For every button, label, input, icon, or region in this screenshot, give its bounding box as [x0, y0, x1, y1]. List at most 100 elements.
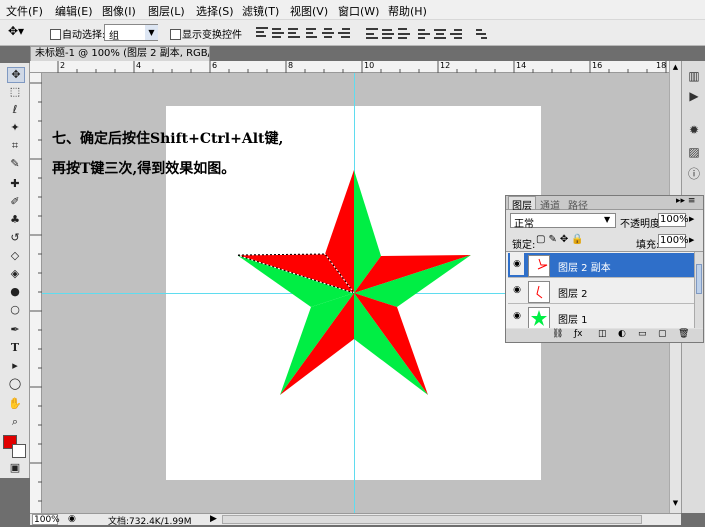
align-left-icon[interactable]: [306, 27, 318, 38]
align-hcenter-icon[interactable]: [322, 27, 334, 38]
horizontal-ruler: 2 4 6 8 10 12 14 16 18: [30, 61, 669, 73]
crop-tool-icon[interactable]: ⌗: [7, 139, 23, 153]
layer-row[interactable]: ◉ 图层 2: [508, 279, 694, 304]
menu-view[interactable]: 视图(V): [290, 3, 328, 19]
panel-menu-icon[interactable]: ▸▸ ≡: [676, 196, 695, 206]
menu-file[interactable]: 文件(F): [6, 3, 43, 19]
opacity-arrow-icon[interactable]: ▶: [689, 215, 694, 223]
layer-row[interactable]: ◉ 图层 1: [508, 305, 694, 328]
auto-align-icon[interactable]: [476, 27, 488, 39]
layer-list: ◉ 图层 2 副本 ◉ 图层 2 ◉ 图层 1: [506, 251, 703, 328]
scroll-up-icon[interactable]: ▲: [671, 63, 680, 73]
pen-tool-icon[interactable]: ✒: [7, 323, 23, 337]
distribute-right-icon[interactable]: [450, 27, 462, 39]
eyedropper-icon[interactable]: ✎: [7, 157, 23, 171]
blend-mode-dropdown[interactable]: 正常 ▼: [510, 213, 616, 230]
opacity-field[interactable]: 100%: [658, 213, 689, 227]
move-tool-icon[interactable]: ✥▾: [8, 24, 24, 38]
visibility-eye-icon[interactable]: ◉: [510, 253, 524, 275]
link-layers-icon[interactable]: ⛓: [552, 329, 563, 339]
menu-filter[interactable]: 滤镜(T): [242, 3, 279, 19]
info-icon[interactable]: ⓘ: [686, 167, 702, 181]
align-right-icon[interactable]: [338, 27, 350, 38]
status-menu-arrow-icon[interactable]: ▶: [210, 514, 217, 524]
visibility-eye-icon[interactable]: ◉: [511, 285, 523, 295]
tab-channels[interactable]: 通道: [540, 197, 560, 212]
menu-select[interactable]: 选择(S): [196, 3, 234, 19]
layers-scrollbar[interactable]: [694, 252, 703, 328]
eraser-tool-icon[interactable]: ◇: [7, 249, 23, 263]
ruler-label: 16: [592, 61, 603, 70]
scroll-down-icon[interactable]: ▼: [671, 499, 680, 509]
lock-icons[interactable]: ▢✎✥🔒: [536, 234, 587, 245]
distribute-left-icon[interactable]: [418, 27, 430, 39]
document-tab[interactable]: 未标题-1 @ 100% (图层 2 副本, RGB/8) *: [30, 46, 210, 61]
align-bottom-icon[interactable]: [288, 27, 300, 38]
dodge-tool-icon[interactable]: ○: [7, 303, 23, 317]
marquee-tool-icon[interactable]: ⬚: [7, 85, 23, 99]
adjustment-layer-icon[interactable]: ◐: [618, 329, 626, 339]
image-icon[interactable]: ▨: [686, 145, 702, 159]
ruler-label: 8: [288, 61, 294, 70]
magic-wand-icon[interactable]: ✦: [7, 121, 23, 135]
history-brush-icon[interactable]: ↺: [7, 231, 23, 245]
new-layer-icon[interactable]: ▢: [658, 329, 667, 339]
ruler-label: 4: [136, 61, 142, 70]
fill-field[interactable]: 100%: [658, 234, 689, 248]
visibility-eye-icon[interactable]: ◉: [511, 311, 523, 321]
ruler-ticks: [57, 61, 667, 73]
distribute-vcenter-icon[interactable]: [382, 27, 394, 39]
clone-stamp-icon[interactable]: ♣: [7, 213, 23, 227]
background-color-swatch[interactable]: [12, 444, 26, 458]
auto-select-dropdown[interactable]: 组 ▼: [104, 24, 158, 42]
paint-bucket-icon[interactable]: ◈: [7, 267, 23, 281]
align-vcenter-icon[interactable]: [272, 27, 284, 38]
tab-layers[interactable]: 图层: [508, 196, 536, 212]
lock-label: 锁定:: [512, 240, 536, 251]
layer-mask-icon[interactable]: ◫: [598, 329, 607, 339]
layer-row[interactable]: ◉ 图层 2 副本: [508, 253, 694, 278]
blur-tool-icon[interactable]: ●: [7, 285, 23, 299]
menu-edit[interactable]: 编辑(E): [55, 3, 93, 19]
distribute-top-icon[interactable]: [366, 27, 378, 39]
layers-panel: 图层 通道 路径 ▸▸ ≡ 正常 ▼ 不透明度: 100% ▶ 锁定: ▢✎✥🔒…: [505, 195, 704, 343]
layer-thumbnail: [528, 281, 550, 303]
scroll-thumb[interactable]: [696, 264, 702, 294]
status-icon[interactable]: ◉: [68, 514, 76, 524]
align-top-icon[interactable]: [256, 27, 268, 38]
move-tool-icon[interactable]: ✥: [7, 67, 25, 83]
fill-arrow-icon[interactable]: ▶: [689, 236, 694, 244]
layer-name: 图层 2 副本: [558, 263, 611, 274]
show-transform-checkbox[interactable]: [170, 27, 181, 40]
shape-tool-icon[interactable]: ◯: [7, 377, 23, 391]
type-tool-icon[interactable]: T: [7, 341, 23, 355]
menu-image[interactable]: 图像(I): [102, 3, 136, 19]
horizontal-scrollbar[interactable]: [222, 515, 642, 524]
menu-help[interactable]: 帮助(H): [388, 3, 427, 19]
brush-tool-icon[interactable]: ✐: [7, 195, 23, 209]
menu-window[interactable]: 窗口(W): [338, 3, 379, 19]
layer-thumbnail: [528, 307, 550, 328]
document-info: 文档:732.4K/1.99M: [108, 517, 192, 527]
auto-select-checkbox[interactable]: [50, 27, 61, 40]
layer-style-icon[interactable]: ƒx: [574, 329, 583, 339]
zoom-tool-icon[interactable]: ⌕: [7, 415, 23, 429]
opacity-label: 不透明度:: [620, 219, 664, 230]
hand-tool-icon[interactable]: ✋: [7, 397, 23, 411]
navigator-icon[interactable]: ▥: [686, 69, 702, 83]
healing-brush-icon[interactable]: ✚: [7, 177, 23, 191]
trash-icon[interactable]: 🗑: [678, 329, 689, 339]
lasso-tool-icon[interactable]: ℓ: [7, 103, 23, 117]
tab-paths[interactable]: 路径: [568, 197, 588, 212]
new-group-icon[interactable]: ▭: [638, 329, 647, 339]
distribute-bottom-icon[interactable]: [398, 27, 410, 39]
ruler-label: 6: [212, 61, 218, 70]
ruler-label: 2: [60, 61, 66, 70]
distribute-hcenter-icon[interactable]: [434, 27, 446, 39]
quick-mask-icon[interactable]: ▣: [7, 461, 23, 475]
menu-layer[interactable]: 图层(L): [148, 3, 185, 19]
actions-play-icon[interactable]: ▶: [686, 89, 702, 103]
zoom-field[interactable]: 100%: [32, 514, 60, 525]
path-select-icon[interactable]: ▸: [7, 359, 23, 373]
color-sun-icon[interactable]: ✹: [686, 123, 702, 137]
